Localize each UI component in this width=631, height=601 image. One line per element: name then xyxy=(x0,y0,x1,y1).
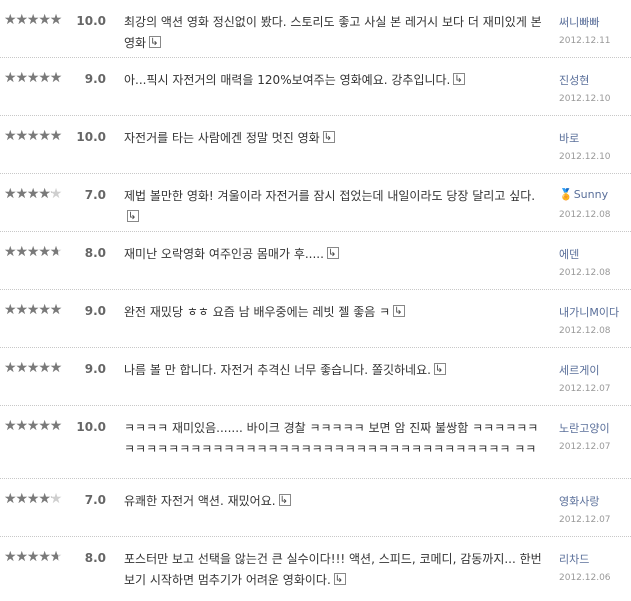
review-date: 2012.12.08 xyxy=(559,326,611,336)
rating-stars: ★★★★★★★★★★ xyxy=(4,245,72,261)
reply-arrow-icon[interactable] xyxy=(433,359,446,380)
review-row: ★★★★★ ★★★★★ 9.0 아...픽시 자전거의 매력을 120%보여주는 … xyxy=(0,58,631,116)
medal-icon: 🏅 xyxy=(559,188,573,201)
review-text: 재미난 오락영화 여주인공 몸매가 후..... xyxy=(124,243,549,265)
rating-stars: ★★★★★★★★★★ xyxy=(4,492,72,508)
review-date: 2012.12.07 xyxy=(559,515,611,525)
review-row: ★★★★★★★★★★ 10.0 자전거를 타는 사람에겐 정말 멋진 영화 바로… xyxy=(0,116,631,174)
star-icon: ★★★★★ xyxy=(4,245,59,259)
star-icon: ★★★★★ xyxy=(4,361,62,375)
review-user-link[interactable]: 에덴 xyxy=(559,246,579,262)
star-icon: ★★★★★ xyxy=(4,71,62,85)
review-user-link[interactable]: 바로 xyxy=(559,130,579,146)
rating-stars: ★★★★★★★★★★ xyxy=(4,13,72,29)
star-icon: ★★★★★ xyxy=(4,129,62,143)
star-icon: ★★★★★ xyxy=(4,13,62,27)
reply-arrow-icon[interactable] xyxy=(278,490,291,511)
review-text: 나름 볼 만 합니다. 자전거 추격신 너무 좋습니다. 쫄깃하네요. xyxy=(124,359,549,381)
review-score: 8.0 xyxy=(84,551,106,565)
reply-arrow-icon[interactable] xyxy=(127,206,139,227)
rating-stars: ★★★★★★★★★★ xyxy=(4,361,72,377)
reply-arrow-icon[interactable] xyxy=(322,127,335,148)
review-text: 제법 볼만한 영화! 겨울이라 자전거를 잠시 접었는데 내일이라도 당장 달리… xyxy=(124,186,549,228)
review-date: 2012.12.10 xyxy=(559,152,611,162)
review-user-link[interactable]: 써니빠빠 xyxy=(559,14,599,30)
rating-stars: ★★★★★★★★★★ xyxy=(4,303,72,319)
review-date: 2012.12.07 xyxy=(559,384,611,394)
review-row: ★★★★★ ★★★★★ 9.0 완전 재밌당 ㅎㅎ 요즘 남 배우중에는 레빗 젤… xyxy=(0,290,631,348)
review-list: ★★★★★ ★★★★★ 10.0 최강의 액션 영화 정신없이 봤다. 스토리도 … xyxy=(0,0,631,593)
review-score: 10.0 xyxy=(76,14,106,28)
review-user-link[interactable]: 🏅Sunny xyxy=(559,188,608,201)
review-score: 10.0 xyxy=(76,420,106,434)
review-date: 2012.12.08 xyxy=(559,210,611,220)
review-score: 8.0 xyxy=(84,246,106,260)
rating-stars: ★★★★★★★★★★ xyxy=(4,550,72,566)
review-text: 자전거를 타는 사람에겐 정말 멋진 영화 xyxy=(124,127,549,149)
reply-arrow-icon[interactable] xyxy=(453,69,466,90)
review-text: 최강의 액션 영화 정신없이 봤다. 스토리도 좋고 사실 본 레거시 보다 더… xyxy=(124,12,549,54)
review-row: ★★★★★ ★★★★★ 8.0 포스터만 보고 선택을 않는건 큰 실수이다!!!… xyxy=(0,537,631,593)
review-user-link[interactable]: 세르게이 xyxy=(559,362,599,378)
review-user-link[interactable]: 진성현 xyxy=(559,72,589,88)
review-text: 유쾌한 자전거 액션. 재밌어요. xyxy=(124,490,549,512)
rating-stars: ★★★★★★★★★★ xyxy=(4,71,72,87)
review-user-link[interactable]: 영화사랑 xyxy=(559,493,599,509)
review-text: ㅋㅋㅋㅋ 재미있음....... 바이크 경찰 ㅋㅋㅋㅋㅋ 보면 암 진짜 불쌍… xyxy=(124,421,539,456)
rating-stars: ★★★★★★★★★★ xyxy=(4,187,72,203)
review-row: ★★★★★ ★★★★★ 10.0 최강의 액션 영화 정신없이 봤다. 스토리도 … xyxy=(0,0,631,58)
review-score: 10.0 xyxy=(76,130,106,144)
review-score: 9.0 xyxy=(84,362,106,376)
review-score: 7.0 xyxy=(84,188,106,202)
review-user-link[interactable]: 리차드 xyxy=(559,551,589,567)
review-text: 완전 재밌당 ㅎㅎ 요즘 남 배우중에는 레빗 젤 좋음 ㅋ xyxy=(124,301,549,323)
reply-arrow-icon[interactable] xyxy=(333,569,346,590)
review-row: ★★★★★ ★★★★★ 9.0 나름 볼 만 합니다. 자전거 추격신 너무 좋습… xyxy=(0,348,631,406)
review-date: 2012.12.07 xyxy=(559,442,611,452)
rating-stars: ★★★★★★★★★★ xyxy=(4,129,72,145)
reply-arrow-icon[interactable] xyxy=(326,243,339,264)
review-user-link[interactable]: 내가니M이다 xyxy=(559,304,619,320)
review-text: 아...픽시 자전거의 매력을 120%보여주는 영화예요. 강추입니다. xyxy=(124,69,549,91)
review-date: 2012.12.06 xyxy=(559,573,611,583)
review-score: 9.0 xyxy=(84,72,106,86)
review-user-link[interactable]: 노란고양이 xyxy=(559,420,610,436)
star-icon: ★★★★★ xyxy=(4,550,59,564)
review-date: 2012.12.11 xyxy=(559,36,611,46)
star-icon: ★★★★★ xyxy=(4,303,62,317)
review-score: 9.0 xyxy=(84,304,106,318)
review-row: ★★★★★★★★★★ 7.0 유쾌한 자전거 액션. 재밌어요. 영화사랑 20… xyxy=(0,479,631,537)
rating-stars: ★★★★★★★★★★ xyxy=(4,419,72,435)
review-score: 7.0 xyxy=(84,493,106,507)
review-date: 2012.12.08 xyxy=(559,268,611,278)
star-icon: ★★★★★ xyxy=(4,187,52,201)
review-row: ★★★★★ ★★★★★ 8.0 재미난 오락영화 여주인공 몸매가 후..... … xyxy=(0,232,631,290)
review-row: ★★★★★ ★★★★★ 10.0 ㅋㅋㅋㅋ 재미있음....... 바이크 경찰 … xyxy=(0,406,631,479)
reply-arrow-icon[interactable] xyxy=(149,32,162,53)
review-row: ★★★★★★★★★★ 7.0 제법 볼만한 영화! 겨울이라 자전거를 잠시 접… xyxy=(0,174,631,232)
star-icon: ★★★★★ xyxy=(4,419,62,433)
star-icon: ★★★★★ xyxy=(4,492,52,506)
review-date: 2012.12.10 xyxy=(559,94,611,104)
review-text: 포스터만 보고 선택을 않는건 큰 실수이다!!! 액션, 스피드, 코메디, … xyxy=(124,549,549,591)
reply-arrow-icon[interactable] xyxy=(393,301,406,322)
